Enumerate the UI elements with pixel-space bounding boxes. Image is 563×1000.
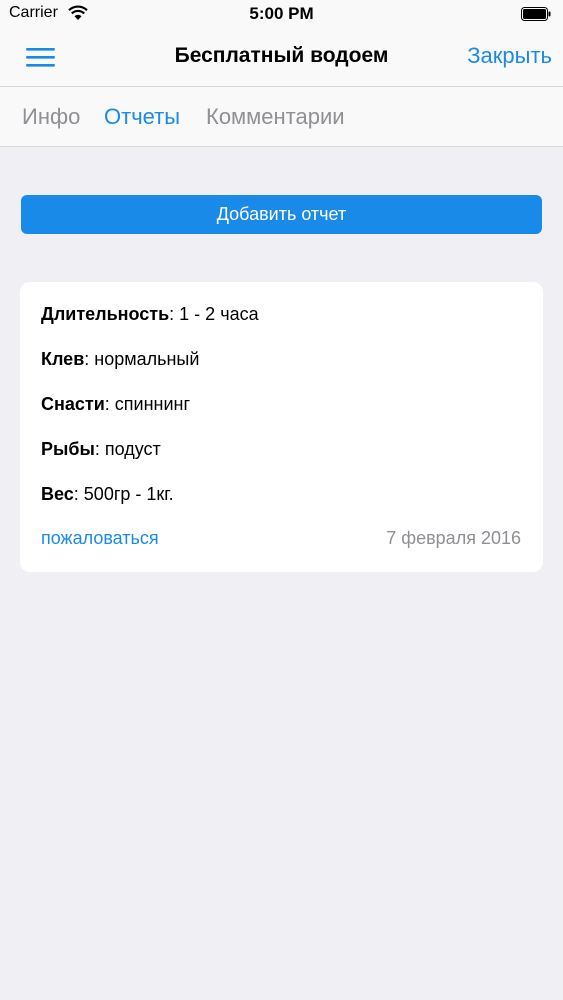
field-label: Длительность <box>41 304 170 324</box>
report-field-fish: Рыбы: подуст <box>41 439 161 460</box>
status-bar: Carrier 5:00 PM <box>0 0 563 30</box>
field-label: Клев <box>41 349 85 369</box>
add-report-button[interactable]: Добавить отчет <box>21 195 542 234</box>
hamburger-menu-icon <box>26 48 55 67</box>
field-value: : подуст <box>94 439 161 459</box>
tab-comments[interactable]: Комментарии <box>206 104 345 130</box>
top-bar: Carrier 5:00 PM Бесплатный водоем Закрыт… <box>0 0 563 87</box>
field-value: : 500гр - 1кг. <box>73 484 174 504</box>
menu-button[interactable] <box>20 40 62 76</box>
field-value: : нормальный <box>84 349 200 369</box>
battery-icon <box>521 7 551 21</box>
field-label: Рыбы <box>41 439 95 459</box>
field-label: Вес <box>41 484 74 504</box>
status-time: 5:00 PM <box>249 4 314 23</box>
segment-tabs: Инфо Отчеты Комментарии <box>0 87 563 147</box>
field-value: : 1 - 2 часа <box>169 304 259 324</box>
field-label: Снасти <box>41 394 105 414</box>
navigation-bar: Бесплатный водоем Закрыть <box>0 30 563 86</box>
complain-link[interactable]: пожаловаться <box>41 528 159 549</box>
field-value: : спиннинг <box>104 394 191 414</box>
report-field-tackle: Снасти: спиннинг <box>41 394 190 415</box>
close-button[interactable]: Закрыть <box>467 43 552 69</box>
tab-reports[interactable]: Отчеты <box>104 104 180 130</box>
report-field-bite: Клев: нормальный <box>41 349 199 370</box>
report-field-weight: Вес: 500гр - 1кг. <box>41 484 174 505</box>
report-card: Длительность: 1 - 2 часа Клев: нормальны… <box>20 282 543 572</box>
tab-info[interactable]: Инфо <box>22 104 80 130</box>
report-field-duration: Длительность: 1 - 2 часа <box>41 304 259 325</box>
report-date: 7 февраля 2016 <box>386 528 521 548</box>
